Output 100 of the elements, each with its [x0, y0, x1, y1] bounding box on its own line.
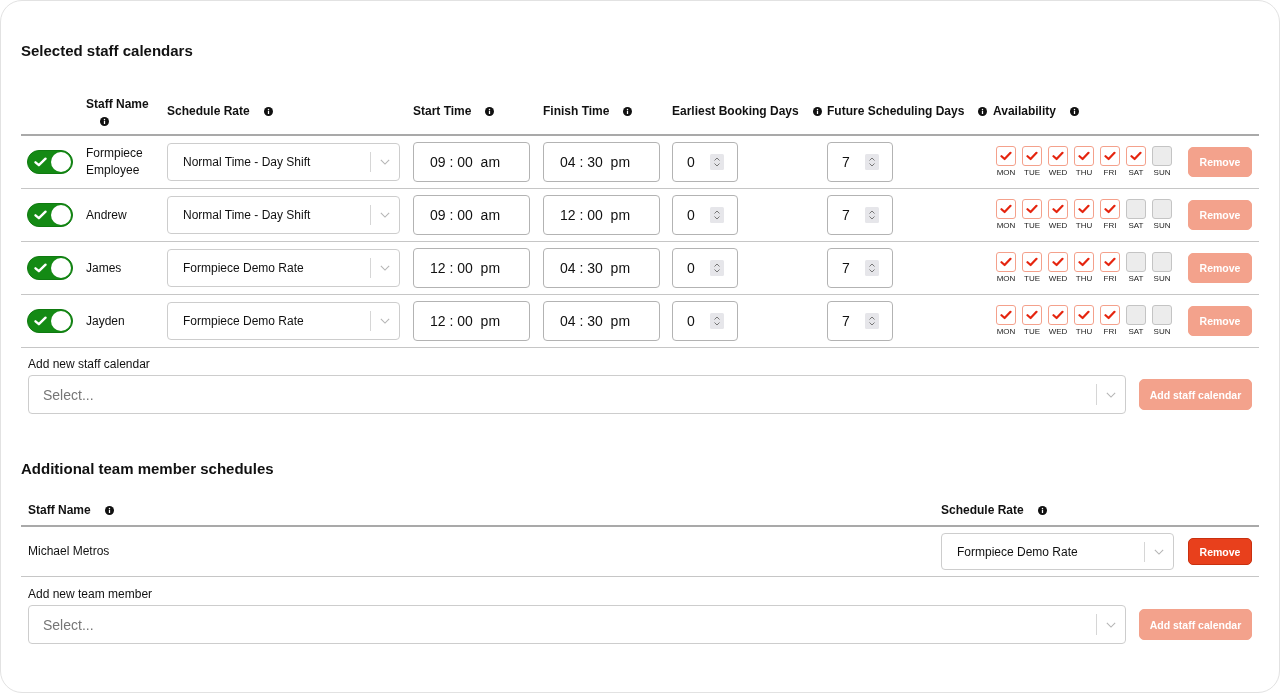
- start-time-field[interactable]: 09 : 00 am: [413, 142, 530, 182]
- day-label: SAT: [1128, 327, 1144, 337]
- stepper-arrows-icon[interactable]: [710, 260, 724, 276]
- chevron-down-icon: [1106, 392, 1116, 398]
- schedule-rate-select[interactable]: Formpiece Demo Rate: [167, 302, 400, 340]
- day-label: FRI: [1103, 274, 1117, 284]
- chevron-down-icon: [1154, 548, 1164, 555]
- future-scheduling-days-field[interactable]: 7: [827, 248, 893, 288]
- day-checkbox[interactable]: [996, 146, 1016, 166]
- info-icon[interactable]: [485, 107, 495, 116]
- day-checkbox[interactable]: [1152, 305, 1172, 325]
- day-checkbox[interactable]: [1022, 305, 1042, 325]
- checkmark-icon: [1000, 204, 1012, 214]
- day-checkbox[interactable]: [1074, 146, 1094, 166]
- column-header: Availability: [993, 104, 1056, 119]
- toggle-switch[interactable]: [27, 256, 73, 280]
- finish-time-field[interactable]: 04 : 30 pm: [543, 248, 660, 288]
- day-checkbox[interactable]: [1126, 252, 1146, 272]
- toggle-switch[interactable]: [27, 309, 73, 333]
- day-label: FRI: [1103, 221, 1117, 231]
- day-checkbox[interactable]: [1048, 252, 1068, 272]
- toggle-switch[interactable]: [27, 203, 73, 227]
- day-checkbox[interactable]: [996, 252, 1016, 272]
- remove-button[interactable]: Remove: [1188, 538, 1252, 565]
- day-checkbox[interactable]: [1022, 252, 1042, 272]
- earliest-booking-days-field[interactable]: 0: [672, 142, 738, 182]
- day-checkbox[interactable]: [1074, 199, 1094, 219]
- schedule-rate-select[interactable]: Normal Time - Day Shift: [167, 196, 400, 234]
- info-icon[interactable]: [1037, 506, 1047, 515]
- day-checkbox[interactable]: [1152, 199, 1172, 219]
- earliest-booking-days-field[interactable]: 0: [672, 195, 738, 235]
- start-time-field[interactable]: 09 : 00 am: [413, 195, 530, 235]
- schedule-rate-select[interactable]: Formpiece Demo Rate: [167, 249, 400, 287]
- schedule-rate-select[interactable]: Formpiece Demo Rate: [941, 533, 1174, 570]
- info-icon[interactable]: [100, 117, 109, 126]
- day-checkbox[interactable]: [1126, 305, 1146, 325]
- future-scheduling-days-field[interactable]: 7: [827, 142, 893, 182]
- info-icon[interactable]: [623, 107, 633, 116]
- team-member-select-field[interactable]: Select...: [28, 605, 1126, 644]
- staff-select-field[interactable]: Select...: [28, 375, 1126, 414]
- day-checkbox[interactable]: [1126, 199, 1146, 219]
- day-label: MON: [996, 221, 1016, 231]
- day-checkbox[interactable]: [1048, 146, 1068, 166]
- day-label: THU: [1075, 327, 1093, 337]
- checkmark-icon: [1026, 151, 1038, 161]
- finish-time-field[interactable]: 04 : 30 pm: [543, 142, 660, 182]
- stepper-arrows-icon[interactable]: [710, 313, 724, 329]
- checkmark-icon: [1026, 257, 1038, 267]
- day-checkbox[interactable]: [1022, 199, 1042, 219]
- info-icon[interactable]: [978, 107, 988, 116]
- day-checkbox[interactable]: [996, 305, 1016, 325]
- info-icon[interactable]: [1069, 107, 1079, 116]
- day-checkbox[interactable]: [1100, 305, 1120, 325]
- day-checkbox[interactable]: [1100, 146, 1120, 166]
- toggle-switch[interactable]: [27, 150, 73, 174]
- schedule-rate-select[interactable]: Normal Time - Day Shift: [167, 143, 400, 181]
- future-scheduling-days-field[interactable]: 7: [827, 195, 893, 235]
- day-checkbox[interactable]: [1100, 252, 1120, 272]
- day-label: THU: [1075, 274, 1093, 284]
- checkmark-icon: [34, 210, 47, 220]
- day-label: SUN: [1153, 327, 1171, 337]
- column-header: Staff Name: [28, 503, 91, 518]
- chevron-down-icon: [1106, 622, 1116, 628]
- info-icon[interactable]: [812, 107, 822, 116]
- day-checkbox[interactable]: [1152, 252, 1172, 272]
- earliest-booking-days-field[interactable]: 0: [672, 301, 738, 341]
- stepper-arrows-icon[interactable]: [865, 207, 879, 223]
- stepper-arrows-icon[interactable]: [710, 207, 724, 223]
- day-label: SAT: [1128, 168, 1144, 178]
- stepper-arrows-icon[interactable]: [865, 313, 879, 329]
- future-scheduling-days-field[interactable]: 7: [827, 301, 893, 341]
- day-checkbox[interactable]: [1022, 146, 1042, 166]
- day-checkbox[interactable]: [996, 199, 1016, 219]
- info-icon[interactable]: [263, 107, 273, 116]
- day-label: FRI: [1103, 168, 1117, 178]
- info-icon[interactable]: [104, 506, 114, 515]
- stepper-arrows-icon[interactable]: [865, 154, 879, 170]
- day-checkbox[interactable]: [1048, 199, 1068, 219]
- checkmark-icon: [1052, 151, 1064, 161]
- finish-time-field[interactable]: 12 : 00 pm: [543, 195, 660, 235]
- day-label: TUE: [1024, 274, 1040, 284]
- checkmark-icon: [1052, 310, 1064, 320]
- finish-time-field[interactable]: 04 : 30 pm: [543, 301, 660, 341]
- stepper-arrows-icon[interactable]: [710, 154, 724, 170]
- day-checkbox[interactable]: [1048, 305, 1068, 325]
- day-checkbox[interactable]: [1074, 252, 1094, 272]
- day-checkbox[interactable]: [1074, 305, 1094, 325]
- start-time-field[interactable]: 12 : 00 pm: [413, 301, 530, 341]
- day-checkbox[interactable]: [1100, 199, 1120, 219]
- checkmark-icon: [1078, 204, 1090, 214]
- day-label: MON: [996, 327, 1016, 337]
- day-label: THU: [1075, 168, 1093, 178]
- checkmark-icon: [1078, 310, 1090, 320]
- day-checkbox[interactable]: [1126, 146, 1146, 166]
- day-checkbox[interactable]: [1152, 146, 1172, 166]
- checkmark-icon: [1000, 257, 1012, 267]
- start-time-field[interactable]: 12 : 00 pm: [413, 248, 530, 288]
- stepper-arrows-icon[interactable]: [865, 260, 879, 276]
- earliest-booking-days-field[interactable]: 0: [672, 248, 738, 288]
- checkmark-icon: [1104, 151, 1116, 161]
